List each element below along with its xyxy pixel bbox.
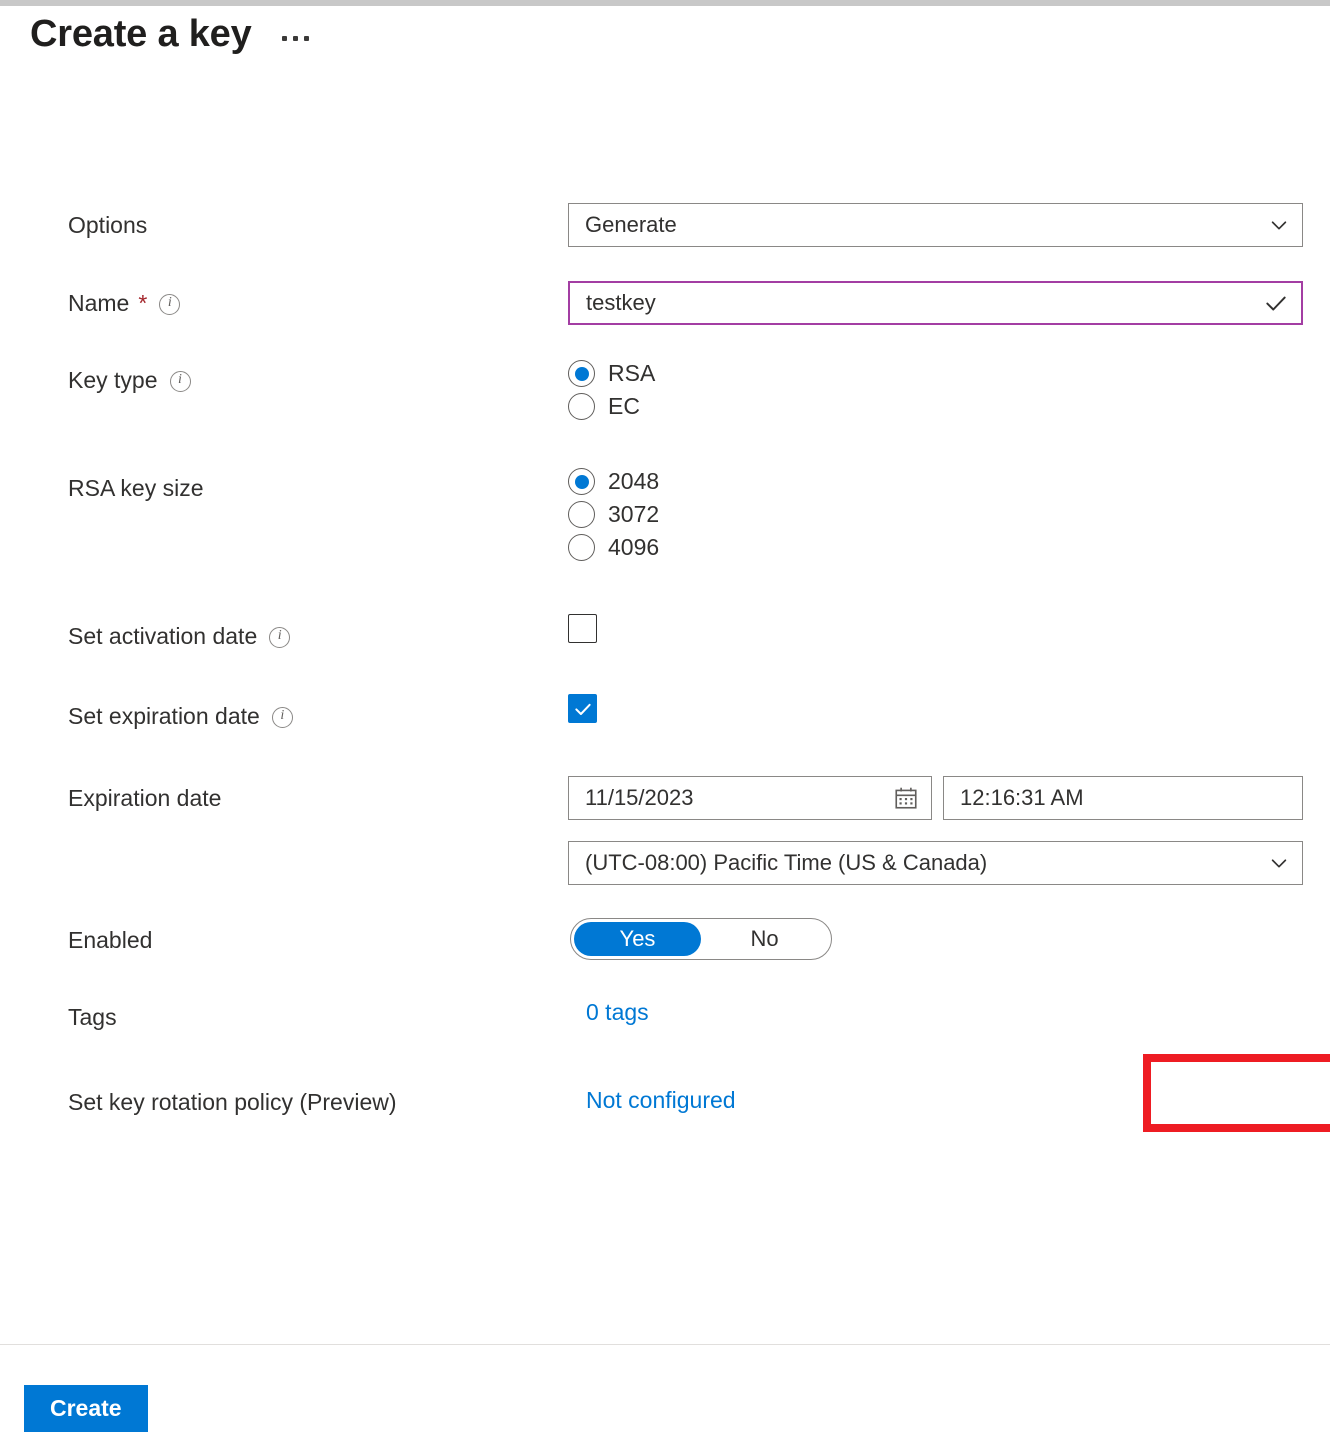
key-type-control: RSA EC bbox=[568, 360, 655, 420]
options-value: Generate bbox=[585, 212, 1268, 238]
radio-key-type-rsa[interactable]: RSA bbox=[568, 360, 655, 387]
info-icon[interactable]: i bbox=[170, 371, 191, 392]
radio-rsa-2048[interactable]: 2048 bbox=[568, 468, 659, 495]
radio-rsa-3072[interactable]: 3072 bbox=[568, 501, 659, 528]
chevron-down-icon bbox=[1268, 214, 1290, 236]
set-expiration-date-label: Set expiration date i bbox=[68, 701, 293, 731]
annotation-highlight-box bbox=[1143, 1054, 1330, 1132]
timezone-value: (UTC-08:00) Pacific Time (US & Canada) bbox=[585, 850, 1268, 876]
radio-rsa-4096[interactable]: 4096 bbox=[568, 534, 659, 561]
tags-label: Tags bbox=[68, 1002, 117, 1032]
tags-control: 0 tags bbox=[586, 997, 649, 1027]
radio-mark bbox=[568, 393, 595, 420]
required-marker: * bbox=[138, 292, 147, 315]
rotation-policy-control: Not configured bbox=[586, 1085, 736, 1115]
timezone-dropdown[interactable]: (UTC-08:00) Pacific Time (US & Canada) bbox=[568, 841, 1303, 885]
enabled-toggle-no[interactable]: No bbox=[701, 922, 828, 956]
set-expiration-date-checkbox[interactable] bbox=[568, 694, 597, 723]
radio-mark bbox=[568, 468, 595, 495]
page-title: Create a key bbox=[30, 14, 252, 56]
create-button[interactable]: Create bbox=[24, 1385, 148, 1432]
enabled-control: Yes No bbox=[570, 918, 832, 960]
options-label: Options bbox=[68, 210, 147, 240]
rsa-key-size-radio-group: 2048 3072 4096 bbox=[568, 468, 659, 561]
expiration-time-input[interactable]: 12:16:31 AM bbox=[943, 776, 1303, 820]
name-input[interactable]: testkey bbox=[568, 281, 1303, 325]
enabled-toggle-yes[interactable]: Yes bbox=[574, 922, 701, 956]
name-label: Name * i bbox=[68, 288, 180, 318]
expiration-date-input[interactable]: 11/15/2023 bbox=[568, 776, 932, 820]
calendar-icon[interactable] bbox=[893, 785, 919, 811]
info-icon[interactable]: i bbox=[272, 707, 293, 728]
rsa-key-size-label: RSA key size bbox=[68, 473, 204, 503]
check-icon bbox=[573, 699, 593, 719]
radio-mark bbox=[568, 501, 595, 528]
set-activation-date-checkbox[interactable] bbox=[568, 614, 597, 643]
radio-mark bbox=[568, 360, 595, 387]
expiration-date-label: Expiration date bbox=[68, 783, 221, 813]
window-top-bar bbox=[0, 0, 1330, 6]
radio-key-type-ec[interactable]: EC bbox=[568, 393, 655, 420]
radio-mark bbox=[568, 534, 595, 561]
enabled-label: Enabled bbox=[68, 925, 152, 955]
rsa-key-size-control: 2048 3072 4096 bbox=[568, 468, 659, 561]
key-type-radio-group: RSA EC bbox=[568, 360, 655, 420]
name-value: testkey bbox=[586, 290, 1263, 316]
enabled-toggle[interactable]: Yes No bbox=[570, 918, 832, 960]
name-control: testkey bbox=[568, 281, 1303, 325]
expiration-time-value: 12:16:31 AM bbox=[960, 785, 1290, 811]
expiration-date-control: 11/15/2023 12:16:31 bbox=[568, 776, 1303, 885]
key-type-label: Key type i bbox=[68, 365, 191, 395]
rotation-policy-label: Set key rotation policy (Preview) bbox=[68, 1087, 397, 1117]
tags-link[interactable]: 0 tags bbox=[586, 999, 649, 1025]
set-expiration-date-control bbox=[568, 694, 597, 723]
options-dropdown[interactable]: Generate bbox=[568, 203, 1303, 247]
set-activation-date-control bbox=[568, 614, 597, 643]
info-icon[interactable]: i bbox=[159, 294, 180, 315]
set-activation-date-label: Set activation date i bbox=[68, 621, 290, 651]
footer-divider bbox=[0, 1344, 1330, 1345]
validation-check-icon bbox=[1263, 290, 1289, 316]
more-options-icon[interactable] bbox=[278, 26, 313, 43]
chevron-down-icon bbox=[1268, 852, 1290, 874]
page-header: Create a key bbox=[30, 14, 313, 56]
options-control: Generate bbox=[568, 203, 1303, 247]
expiration-datetime-row: 11/15/2023 12:16:31 bbox=[568, 776, 1303, 820]
rotation-policy-link[interactable]: Not configured bbox=[586, 1087, 736, 1113]
expiration-date-value: 11/15/2023 bbox=[585, 785, 893, 811]
info-icon[interactable]: i bbox=[269, 627, 290, 648]
